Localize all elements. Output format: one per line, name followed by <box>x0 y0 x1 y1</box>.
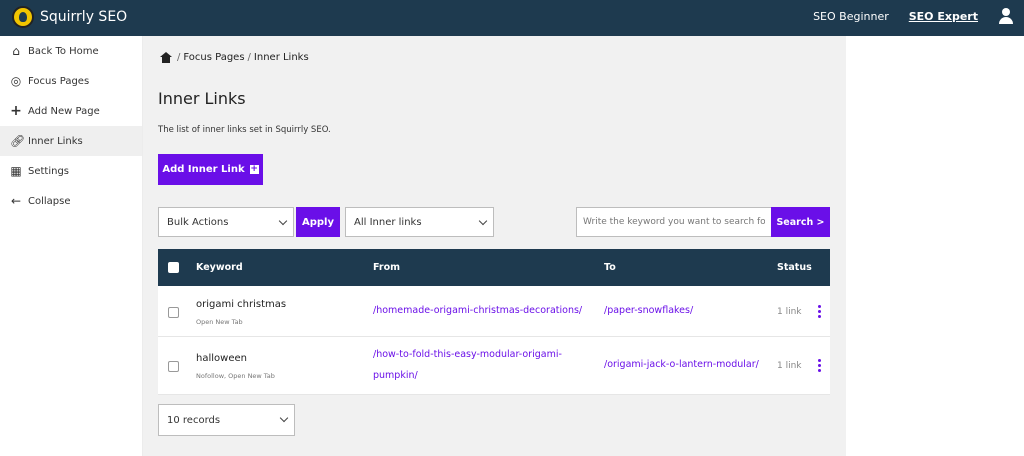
row-to-link[interactable]: /origami-jack-o-lantern-modular/ <box>604 355 759 375</box>
add-inner-link-label: Add Inner Link <box>162 164 245 175</box>
row-keyword: origami christmas <box>196 299 287 310</box>
main-content: / Focus Pages / Inner Links Inner Links … <box>143 36 846 456</box>
bulk-actions-value: Bulk Actions <box>167 216 229 228</box>
column-from: From <box>373 262 400 273</box>
bulk-actions-select[interactable]: Bulk Actions <box>158 207 294 237</box>
row-from-link-continued[interactable]: pumpkin/ <box>373 366 418 386</box>
link-filter-select[interactable]: All Inner links <box>345 207 494 237</box>
breadcrumb: / Focus Pages / Inner Links <box>160 52 309 63</box>
sidebar-item-label: Settings <box>28 165 70 177</box>
squirrly-logo-icon <box>12 6 34 28</box>
row-checkbox[interactable] <box>168 361 179 372</box>
row-menu-icon[interactable] <box>818 305 822 320</box>
app-name: Squirrly SEO <box>40 9 128 25</box>
top-bar: Squirrly SEO SEO Beginner SEO Expert <box>0 0 1024 36</box>
records-per-page-select[interactable]: 10 records <box>158 404 295 436</box>
home-icon: ⌂ <box>12 44 20 58</box>
sidebar-item-label: Collapse <box>28 195 71 207</box>
seo-beginner-link[interactable]: SEO Beginner <box>813 10 889 23</box>
sidebar-item-inner-links[interactable]: 🔗︎ Inner Links <box>0 126 142 156</box>
sidebar-item-focus-pages[interactable]: ◎ Focus Pages <box>0 66 142 96</box>
chevron-down-icon <box>478 216 488 226</box>
sidebar-item-label: Add New Page <box>28 105 100 117</box>
column-to: To <box>604 262 616 273</box>
row-menu-icon[interactable] <box>818 359 822 374</box>
link-filter-value: All Inner links <box>354 216 422 228</box>
top-nav: SEO Beginner SEO Expert <box>813 8 1014 24</box>
sidebar: ⌂ Back To Home ◎ Focus Pages + Add New P… <box>0 36 143 456</box>
search-button[interactable]: Search > <box>771 207 830 237</box>
add-inner-link-button[interactable]: Add Inner Link + <box>158 154 263 185</box>
link-icon: 🔗︎ <box>10 134 26 148</box>
page-description: The list of inner links set in Squirrly … <box>158 125 331 135</box>
search-input[interactable] <box>576 207 772 237</box>
table-row: halloween Nofollow, Open New Tab /how-to… <box>158 337 830 395</box>
row-keyword: halloween <box>196 353 247 364</box>
sidebar-item-settings[interactable]: ▦ Settings <box>0 156 142 186</box>
row-options: Open New Tab <box>196 318 243 326</box>
sidebar-item-collapse[interactable]: ← Collapse <box>0 186 142 216</box>
sidebar-item-label: Focus Pages <box>28 75 90 87</box>
sidebar-item-label: Inner Links <box>28 135 83 147</box>
target-icon: ◎ <box>10 74 22 88</box>
page-title: Inner Links <box>158 89 246 108</box>
row-status: 1 link <box>777 361 802 371</box>
plus-icon: + <box>249 164 259 174</box>
column-status: Status <box>777 262 812 273</box>
sidebar-item-back-to-home[interactable]: ⌂ Back To Home <box>0 36 142 66</box>
chevron-down-icon <box>279 413 289 423</box>
chevron-down-icon <box>278 216 288 226</box>
brand[interactable]: Squirrly SEO <box>12 6 127 28</box>
select-all-checkbox[interactable] <box>168 262 179 273</box>
apply-button[interactable]: Apply <box>296 207 340 237</box>
table-header: Keyword From To Status <box>158 249 830 286</box>
row-to-link[interactable]: /paper-snowflakes/ <box>604 301 693 321</box>
sidebar-item-add-new-page[interactable]: + Add New Page <box>0 96 142 126</box>
user-icon[interactable] <box>998 8 1014 24</box>
records-value: 10 records <box>167 414 221 426</box>
home-icon[interactable] <box>160 52 172 63</box>
plus-icon: + <box>10 103 22 119</box>
sidebar-item-label: Back To Home <box>28 45 99 57</box>
row-checkbox[interactable] <box>168 307 179 318</box>
row-status: 1 link <box>777 307 802 317</box>
inner-links-table: Keyword From To Status origami christmas… <box>158 249 830 395</box>
table-row: origami christmas Open New Tab /homemade… <box>158 286 830 337</box>
seo-expert-link[interactable]: SEO Expert <box>909 10 978 23</box>
row-from-link[interactable]: /how-to-fold-this-easy-modular-origami- <box>373 345 562 365</box>
row-options: Nofollow, Open New Tab <box>196 372 275 380</box>
arrow-left-icon: ← <box>10 194 22 208</box>
breadcrumb-inner-links: Inner Links <box>253 52 309 63</box>
breadcrumb-focus-pages[interactable]: Focus Pages <box>183 52 244 63</box>
right-panel <box>846 36 1024 456</box>
sliders-icon: ▦ <box>10 164 22 178</box>
row-from-link[interactable]: /homemade-origami-christmas-decorations/ <box>373 301 582 321</box>
column-keyword: Keyword <box>196 262 243 273</box>
